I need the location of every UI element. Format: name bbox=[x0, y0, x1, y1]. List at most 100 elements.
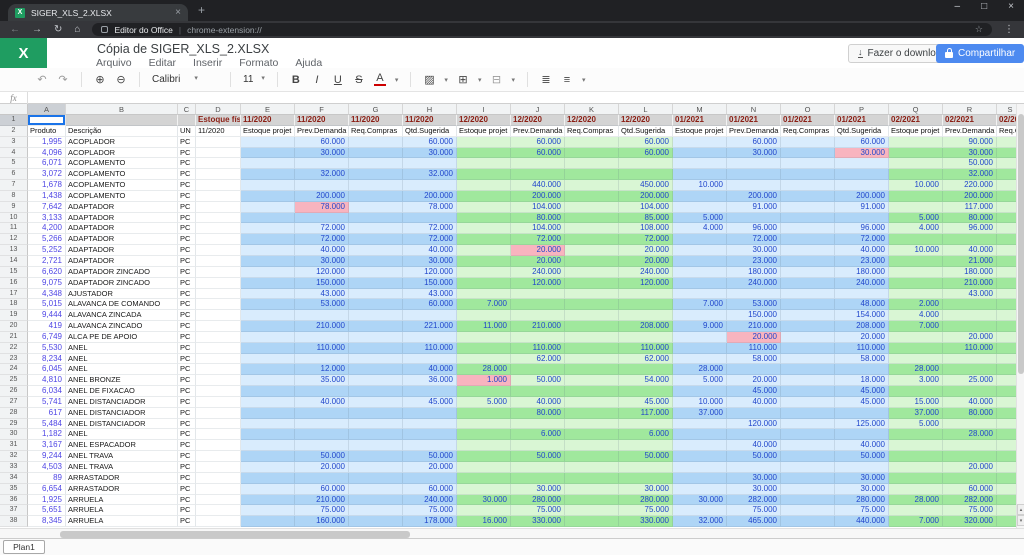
cell-A7[interactable]: 1,678 bbox=[28, 180, 66, 191]
cell-B24[interactable]: ANEL bbox=[66, 364, 178, 375]
undo-icon[interactable]: ↶ bbox=[36, 73, 48, 86]
cell-J10[interactable]: 80.000 bbox=[511, 213, 565, 224]
cell-G32[interactable] bbox=[349, 451, 403, 462]
cell-H38[interactable]: 178.000 bbox=[403, 516, 457, 527]
cell-L30[interactable]: 6.000 bbox=[619, 429, 673, 440]
cell-E9[interactable] bbox=[241, 202, 295, 213]
cell-R33[interactable]: 20.000 bbox=[943, 462, 997, 473]
cell-H32[interactable]: 50.000 bbox=[403, 451, 457, 462]
cell-G35[interactable] bbox=[349, 484, 403, 495]
cell-K8[interactable] bbox=[565, 191, 619, 202]
cell-A29[interactable]: 5,484 bbox=[28, 419, 66, 430]
cell-R28[interactable]: 80.000 bbox=[943, 408, 997, 419]
cell-Q30[interactable] bbox=[889, 429, 943, 440]
cell-J19[interactable] bbox=[511, 310, 565, 321]
cell-I17[interactable] bbox=[457, 289, 511, 300]
cell-G3[interactable] bbox=[349, 137, 403, 148]
align-icon[interactable]: ≡ bbox=[561, 74, 573, 86]
cell-E30[interactable] bbox=[241, 429, 295, 440]
cell-H7[interactable] bbox=[403, 180, 457, 191]
cell-R24[interactable] bbox=[943, 364, 997, 375]
cell-J21[interactable] bbox=[511, 332, 565, 343]
row-header-15[interactable]: 15 bbox=[0, 267, 28, 278]
cell-N15[interactable]: 180.000 bbox=[727, 267, 781, 278]
row-header-37[interactable]: 37 bbox=[0, 505, 28, 516]
cell-J6[interactable] bbox=[511, 169, 565, 180]
cell-I31[interactable] bbox=[457, 440, 511, 451]
cell-O17[interactable] bbox=[781, 289, 835, 300]
cell-K5[interactable] bbox=[565, 158, 619, 169]
cell-B30[interactable]: ANEL bbox=[66, 429, 178, 440]
cell-B12[interactable]: ADAPTADOR bbox=[66, 234, 178, 245]
cell-F35[interactable]: 60.000 bbox=[295, 484, 349, 495]
cell-E22[interactable] bbox=[241, 343, 295, 354]
cell-C1[interactable] bbox=[178, 115, 196, 126]
cell-L6[interactable] bbox=[619, 169, 673, 180]
row-header-12[interactable]: 12 bbox=[0, 234, 28, 245]
cell-H2[interactable]: Qtd.Sugerida bbox=[403, 126, 457, 137]
cell-B28[interactable]: ANEL DISTANCIADOR bbox=[66, 408, 178, 419]
cell-M4[interactable] bbox=[673, 148, 727, 159]
cell-A10[interactable]: 3,133 bbox=[28, 213, 66, 224]
cell-I10[interactable] bbox=[457, 213, 511, 224]
cell-D10[interactable] bbox=[196, 213, 241, 224]
cell-E37[interactable] bbox=[241, 505, 295, 516]
cell-K29[interactable] bbox=[565, 419, 619, 430]
cell-A20[interactable]: 419 bbox=[28, 321, 66, 332]
cell-M23[interactable] bbox=[673, 354, 727, 365]
cell-I7[interactable] bbox=[457, 180, 511, 191]
cell-K38[interactable] bbox=[565, 516, 619, 527]
cell-A31[interactable]: 3,167 bbox=[28, 440, 66, 451]
row-header-5[interactable]: 5 bbox=[0, 158, 28, 169]
cell-N31[interactable]: 40.000 bbox=[727, 440, 781, 451]
cell-D6[interactable] bbox=[196, 169, 241, 180]
cell-Q4[interactable] bbox=[889, 148, 943, 159]
cell-M28[interactable]: 37.000 bbox=[673, 408, 727, 419]
cell-E11[interactable] bbox=[241, 223, 295, 234]
cell-P38[interactable]: 440.000 bbox=[835, 516, 889, 527]
cell-F13[interactable]: 40.000 bbox=[295, 245, 349, 256]
cell-G20[interactable] bbox=[349, 321, 403, 332]
cell-R8[interactable]: 200.000 bbox=[943, 191, 997, 202]
cell-L25[interactable]: 54.000 bbox=[619, 375, 673, 386]
cell-J9[interactable]: 104.000 bbox=[511, 202, 565, 213]
select-all-corner[interactable] bbox=[0, 104, 28, 115]
cell-D21[interactable] bbox=[196, 332, 241, 343]
row-header-7[interactable]: 7 bbox=[0, 180, 28, 191]
cell-R35[interactable]: 60.000 bbox=[943, 484, 997, 495]
cell-G14[interactable] bbox=[349, 256, 403, 267]
cell-H27[interactable]: 45.000 bbox=[403, 397, 457, 408]
cell-F16[interactable]: 150.000 bbox=[295, 278, 349, 289]
cell-D11[interactable] bbox=[196, 223, 241, 234]
line-spacing-icon[interactable]: ≣ bbox=[540, 73, 552, 86]
cell-C11[interactable]: PC bbox=[178, 223, 196, 234]
row-header-24[interactable]: 24 bbox=[0, 364, 28, 375]
cell-Q22[interactable] bbox=[889, 343, 943, 354]
cell-J12[interactable]: 72.000 bbox=[511, 234, 565, 245]
cell-P26[interactable]: 45.000 bbox=[835, 386, 889, 397]
cell-D22[interactable] bbox=[196, 343, 241, 354]
row-header-18[interactable]: 18 bbox=[0, 299, 28, 310]
cell-P3[interactable]: 60.000 bbox=[835, 137, 889, 148]
cell-D4[interactable] bbox=[196, 148, 241, 159]
cell-F1[interactable]: 11/2020 bbox=[295, 115, 349, 126]
cell-Q9[interactable] bbox=[889, 202, 943, 213]
cell-D31[interactable] bbox=[196, 440, 241, 451]
column-header-Q[interactable]: Q bbox=[889, 104, 943, 115]
cell-N1[interactable]: 01/2021 bbox=[727, 115, 781, 126]
cell-L18[interactable] bbox=[619, 299, 673, 310]
cell-D35[interactable] bbox=[196, 484, 241, 495]
cell-K25[interactable] bbox=[565, 375, 619, 386]
cell-E20[interactable] bbox=[241, 321, 295, 332]
cell-P37[interactable]: 75.000 bbox=[835, 505, 889, 516]
scroll-up-icon[interactable]: ▴ bbox=[1017, 504, 1024, 515]
back-icon[interactable]: ← bbox=[10, 24, 20, 35]
cell-I20[interactable]: 11.000 bbox=[457, 321, 511, 332]
cell-H18[interactable]: 60.000 bbox=[403, 299, 457, 310]
cell-L20[interactable]: 208.000 bbox=[619, 321, 673, 332]
cell-N12[interactable]: 72.000 bbox=[727, 234, 781, 245]
row-header-8[interactable]: 8 bbox=[0, 191, 28, 202]
cell-N32[interactable]: 50.000 bbox=[727, 451, 781, 462]
cell-M12[interactable] bbox=[673, 234, 727, 245]
cell-C8[interactable]: PC bbox=[178, 191, 196, 202]
